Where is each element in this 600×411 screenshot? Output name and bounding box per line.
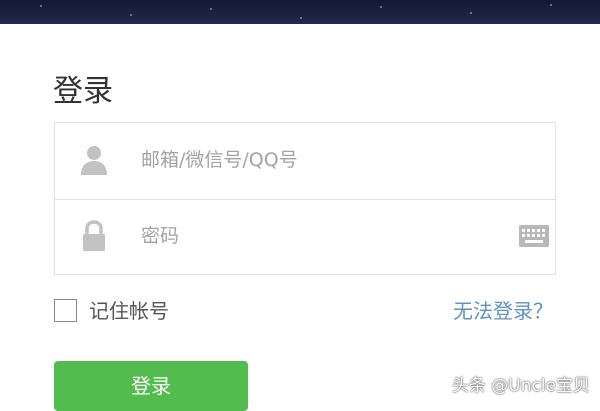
account-row [55,123,555,200]
login-title: 登录 [53,74,113,109]
watermark: 头条 @Uncle宝贝 [452,371,590,396]
remember-checkbox[interactable] [54,299,77,322]
password-input[interactable] [141,219,501,253]
password-row [55,199,555,275]
header-banner [0,0,600,24]
remember-label: 记住帐号 [89,299,169,323]
watermark-text: 头条 @Uncle宝贝 [451,376,590,396]
lock-icon [79,220,109,252]
cannot-login-link[interactable]: 无法登录？ [453,298,553,324]
login-button[interactable]: 登录 [54,361,248,411]
login-form [54,122,556,275]
account-input[interactable] [141,143,501,177]
keyboard-icon[interactable] [519,225,549,247]
user-icon [79,144,109,176]
